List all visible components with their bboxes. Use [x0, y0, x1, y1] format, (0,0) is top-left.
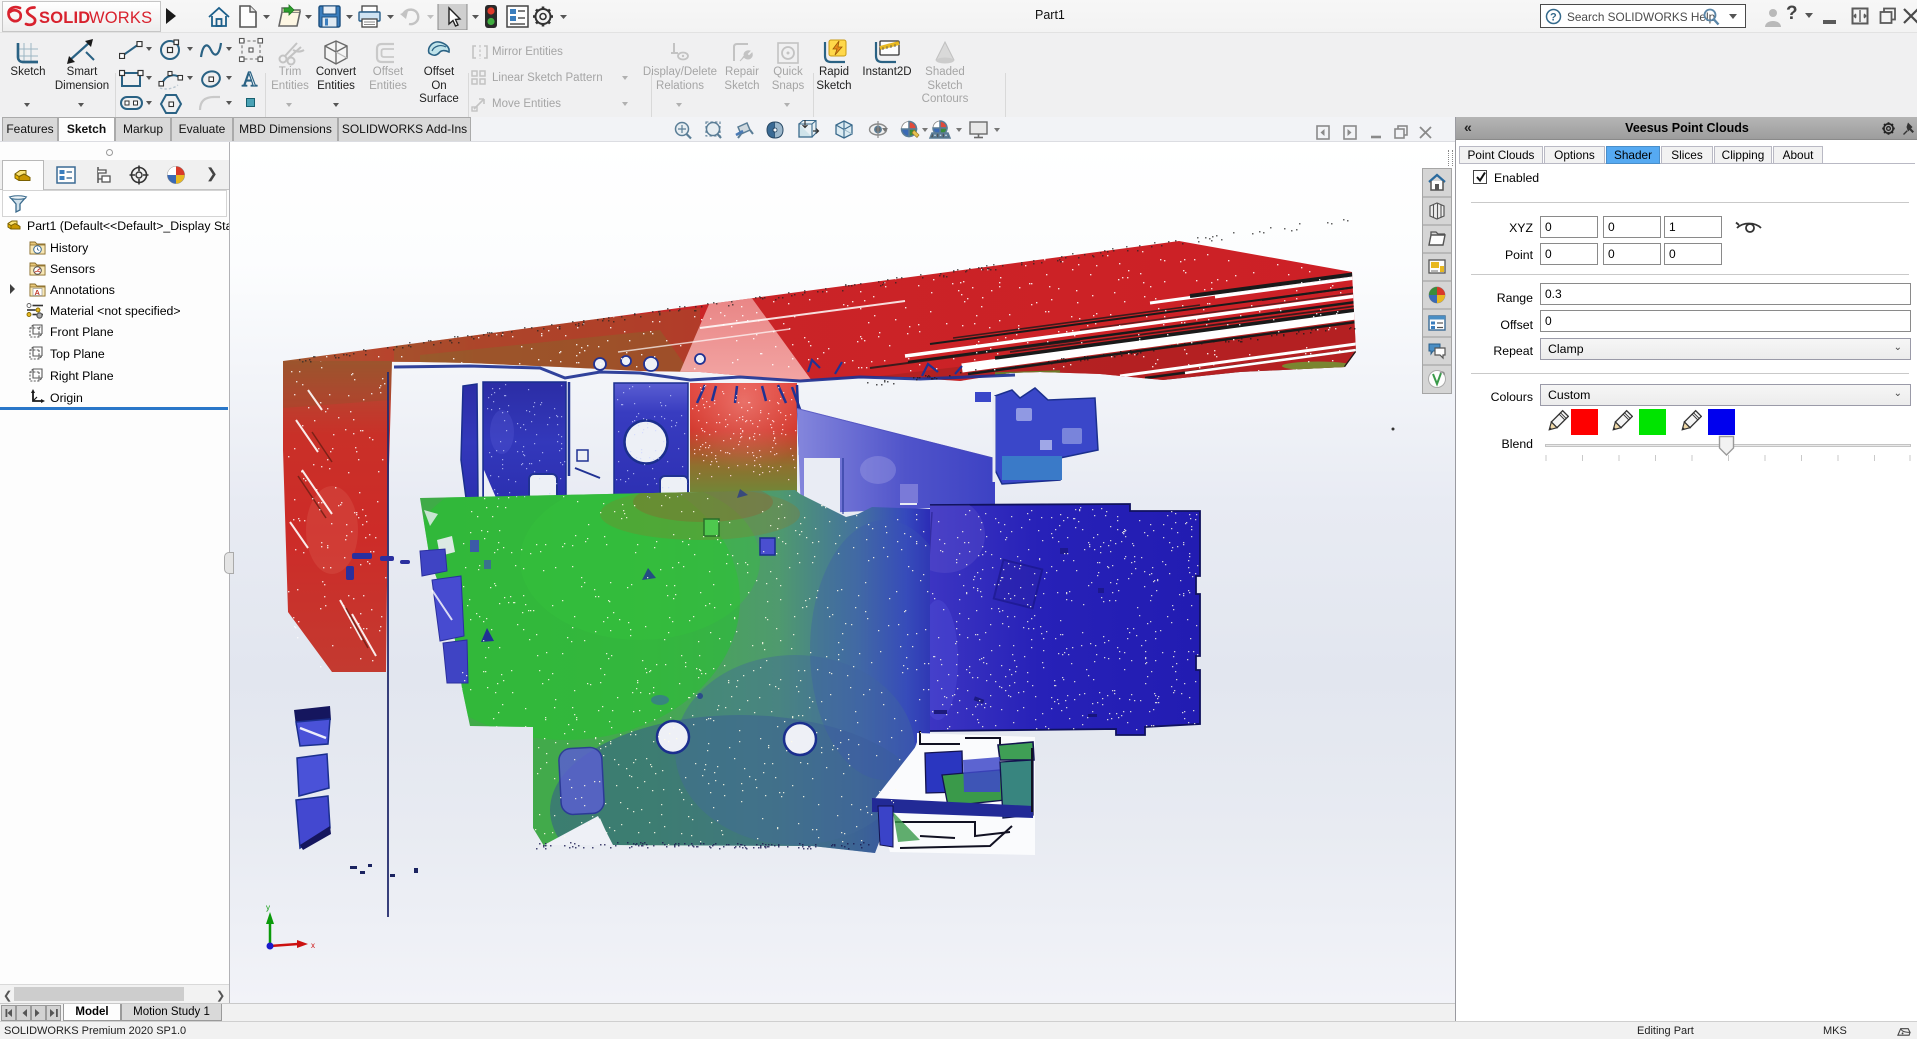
svg-text:Part1 (Default<<Default>_Disp: Part1 (Default<<Default>_Display Sta: [27, 219, 229, 233]
svg-text:SOLID: SOLID: [39, 9, 90, 27]
svg-text:Top Plane: Top Plane: [50, 347, 105, 361]
svg-text:y: y: [266, 903, 270, 912]
svg-text:Right Plane: Right Plane: [50, 369, 114, 383]
svg-text:A: A: [35, 288, 41, 297]
svg-text:Material <not specified>: Material <not specified>: [50, 304, 181, 318]
svg-text:?: ?: [1550, 12, 1557, 24]
svg-text:Front Plane: Front Plane: [50, 325, 114, 339]
svg-text:Annotations: Annotations: [50, 283, 115, 297]
svg-text:Sensors: Sensors: [50, 262, 95, 276]
svg-text:History: History: [50, 241, 89, 255]
svg-text:x: x: [311, 941, 315, 950]
svg-text:Origin: Origin: [50, 391, 83, 405]
svg-text:WORKS: WORKS: [89, 9, 152, 27]
